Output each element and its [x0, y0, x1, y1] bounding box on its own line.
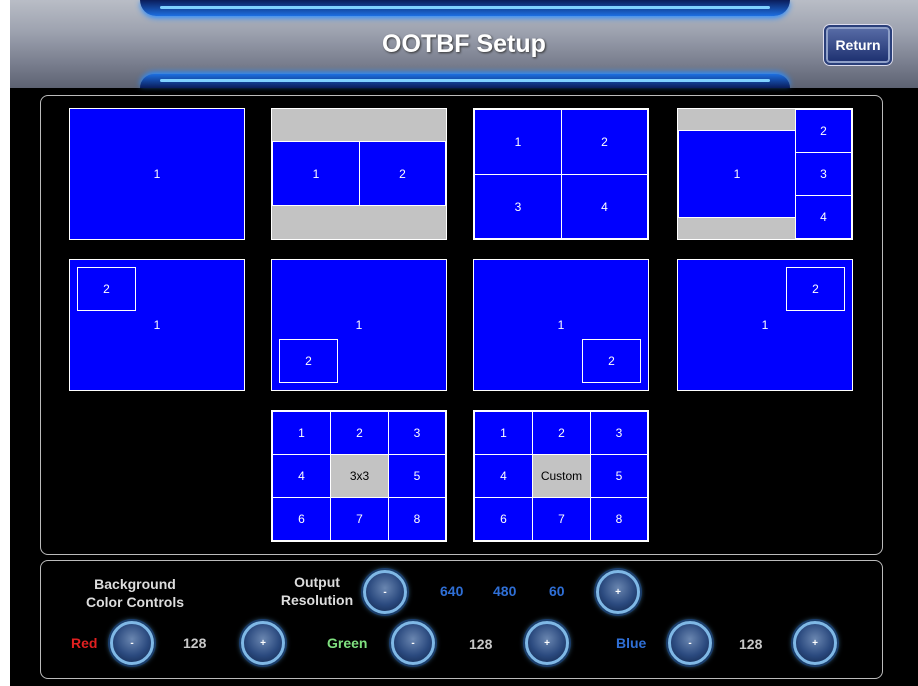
red-decrease-button[interactable]: - — [110, 621, 154, 665]
layout-cell: 4 — [272, 454, 331, 498]
blue-increase-button[interactable]: + — [793, 621, 837, 665]
layout-cell: 2 — [561, 109, 648, 175]
return-button[interactable]: Return — [824, 25, 892, 65]
resolution-width-value: 640 — [440, 583, 464, 599]
layout-cell: 5 — [388, 454, 446, 498]
layout-cell: 4 — [795, 195, 852, 239]
output-resolution-label: Output Resolution — [267, 573, 367, 609]
layout-cell: 2 — [279, 339, 338, 383]
layout-cell: 1 — [70, 109, 244, 239]
layout-selection-panel: 1 1 2 1 2 3 4 1 2 3 4 1 2 1 2 1 2 1 2 1 … — [40, 95, 883, 555]
layout-cell: 6 — [272, 497, 331, 541]
layout-cell: 2 — [532, 411, 591, 455]
resolution-height-value: 480 — [493, 583, 517, 599]
layout-cell: 8 — [590, 497, 648, 541]
resolution-increase-button[interactable]: + — [596, 570, 640, 614]
layout-cell: 4 — [474, 454, 533, 498]
label-line: Background — [94, 576, 176, 592]
red-label: Red — [71, 635, 98, 651]
layout-one-plus-three[interactable]: 1 2 3 4 — [677, 108, 853, 240]
layout-cell: 8 — [388, 497, 446, 541]
layout-grid-3x3[interactable]: 1 2 3 4 3x3 5 6 7 8 — [271, 410, 447, 542]
green-value: 128 — [469, 636, 493, 652]
green-decrease-button[interactable]: - — [391, 621, 435, 665]
layout-cell: 2 — [795, 109, 852, 153]
layout-pip-bottom-left[interactable]: 1 2 — [271, 259, 447, 391]
green-label: Green — [327, 635, 368, 651]
layout-cell-center: Custom — [532, 454, 591, 498]
page-title: OOTBF Setup — [382, 30, 546, 58]
layout-cell: 3 — [388, 411, 446, 455]
layout-side-by-side[interactable]: 1 2 — [271, 108, 447, 240]
resolution-decrease-button[interactable]: - — [363, 570, 407, 614]
label-line: Output — [294, 574, 340, 590]
label-line: Color Controls — [86, 594, 184, 610]
layout-cell-center: 3x3 — [330, 454, 389, 498]
header-glow-top — [140, 0, 790, 16]
layout-cell: 1 — [272, 411, 331, 455]
layout-cell: 1 — [474, 109, 562, 175]
layout-cell: 3 — [590, 411, 648, 455]
layout-cell: 3 — [795, 152, 852, 196]
green-increase-button[interactable]: + — [525, 621, 569, 665]
layout-cell: 2 — [359, 141, 446, 206]
layout-cell: 1 — [678, 130, 796, 218]
layout-single[interactable]: 1 — [69, 108, 245, 240]
control-panel: Background Color Controls Output Resolut… — [40, 560, 883, 679]
layout-quad[interactable]: 1 2 3 4 — [473, 108, 649, 240]
layout-cell: 7 — [532, 497, 591, 541]
blue-label: Blue — [616, 635, 647, 651]
layout-pip-top-left[interactable]: 1 2 — [69, 259, 245, 391]
layout-cell: 4 — [561, 174, 648, 239]
header-glow-bottom — [140, 74, 790, 88]
blue-decrease-button[interactable]: - — [668, 621, 712, 665]
layout-cell: 2 — [330, 411, 389, 455]
layout-cell: 7 — [330, 497, 389, 541]
layout-cell: 2 — [786, 267, 845, 311]
red-value: 128 — [183, 635, 207, 651]
layout-cell: 5 — [590, 454, 648, 498]
layout-cell: 6 — [474, 497, 533, 541]
layout-cell: 2 — [582, 339, 641, 383]
blue-value: 128 — [739, 636, 763, 652]
layout-cell: 2 — [77, 267, 136, 311]
background-color-label: Background Color Controls — [75, 575, 195, 611]
header-bar: OOTBF Setup Return — [10, 0, 918, 88]
red-increase-button[interactable]: + — [241, 621, 285, 665]
layout-cell: 3 — [474, 174, 562, 239]
layout-pip-bottom-right[interactable]: 1 2 — [473, 259, 649, 391]
app-window: OOTBF Setup Return 1 1 2 1 2 3 4 1 2 3 4… — [10, 0, 918, 686]
label-line: Resolution — [280, 592, 354, 608]
layout-grid-custom[interactable]: 1 2 3 4 Custom 5 6 7 8 — [473, 410, 649, 542]
resolution-refresh-value: 60 — [549, 583, 565, 599]
layout-pip-top-right[interactable]: 1 2 — [677, 259, 853, 391]
layout-cell: 1 — [272, 141, 360, 206]
layout-cell: 1 — [474, 411, 533, 455]
